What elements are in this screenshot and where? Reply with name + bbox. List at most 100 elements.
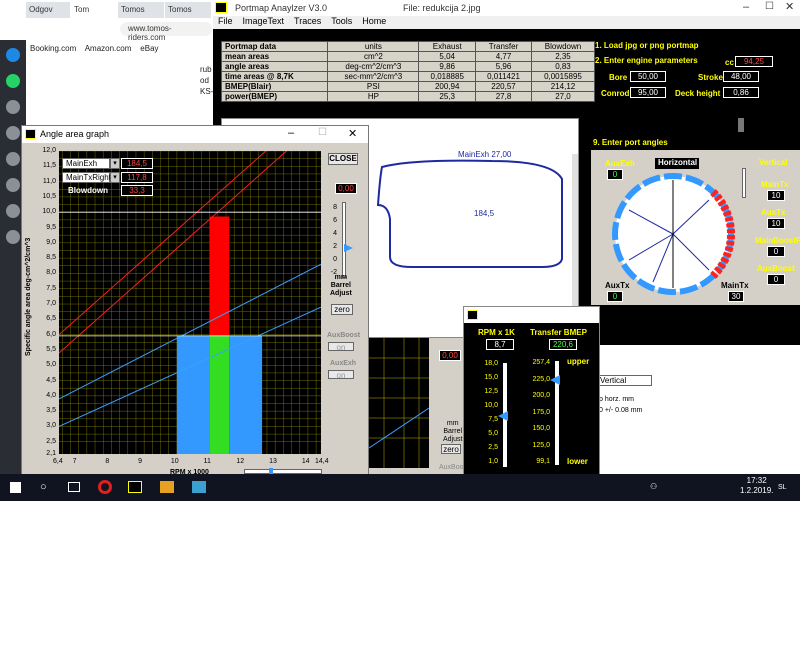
grid-icon[interactable] <box>6 152 20 166</box>
y-axis-label: Specific angle area deg-cm^2/cm^3 <box>25 237 32 356</box>
maximize-icon[interactable]: ☐ <box>318 127 327 138</box>
y-tick-label: 9,5 <box>46 223 56 231</box>
close-button[interactable]: CLOSE <box>328 153 358 165</box>
clock-time[interactable]: 17:32 <box>740 476 773 486</box>
deck-field[interactable]: 0,86 <box>723 87 759 98</box>
browser-tab[interactable]: Tomos <box>118 2 164 18</box>
page-text: rub <box>200 65 212 74</box>
mainboost-label: MainBoostP <box>755 236 800 245</box>
people-icon[interactable]: ⚇ <box>650 482 657 491</box>
file-name: File: redukcija 2.jpg <box>403 3 481 13</box>
col-header: Blowdown <box>530 41 596 52</box>
y-tick-label: 11,0 <box>42 177 56 185</box>
chevron-down-icon[interactable]: ▾ <box>110 172 120 183</box>
whatsapp-icon[interactable] <box>6 74 20 88</box>
cc-field[interactable]: 94,25 <box>735 56 773 67</box>
bar <box>176 335 210 454</box>
auxboost-field[interactable]: 0 <box>767 274 785 285</box>
minimize-icon[interactable]: – <box>743 1 749 13</box>
rpm-bmep-window: RPM x 1K 8,7 Transfer BMEP 220,6 18,0 15,… <box>463 306 600 481</box>
maximize-icon[interactable]: ☐ <box>765 1 774 12</box>
close-icon[interactable]: ✕ <box>348 127 357 140</box>
rpm-slider-thumb[interactable] <box>498 411 508 421</box>
zero-button[interactable]: zero <box>331 304 353 315</box>
menu-imagetext[interactable]: ImageText <box>243 16 285 26</box>
auxexh-toggle[interactable]: on <box>328 370 354 380</box>
menu-file[interactable]: File <box>218 16 233 26</box>
task-view-icon[interactable] <box>68 482 80 492</box>
bg-mm: mm <box>446 420 459 427</box>
portmap-taskbar-icon[interactable] <box>128 481 142 493</box>
minimize-icon[interactable]: – <box>288 127 294 139</box>
chevron-down-icon[interactable]: ▾ <box>110 158 120 169</box>
menu-traces[interactable]: Traces <box>294 16 321 26</box>
stroke-field[interactable]: 48,00 <box>723 71 759 82</box>
bg-zero-button[interactable]: zero <box>441 444 461 454</box>
stroke-label: Stroke <box>698 73 723 82</box>
windows-start-icon[interactable] <box>10 482 21 493</box>
portmap-data-table: Portmap data units Exhaust Transfer Blowdown… <box>220 41 596 102</box>
blowdown-label: Blowdown <box>68 186 108 195</box>
camera-icon[interactable] <box>6 126 20 140</box>
opera-icon[interactable] <box>98 480 112 494</box>
auxboost-toggle[interactable]: on <box>328 342 354 352</box>
slider-thumb[interactable] <box>344 244 353 252</box>
y-tick-label: 11,5 <box>42 162 56 170</box>
conrod-label: Conrod <box>601 89 630 98</box>
menu-tools[interactable]: Tools <box>331 16 352 26</box>
adjust-value[interactable]: 0,00 <box>335 183 357 194</box>
folder-icon[interactable] <box>160 481 174 493</box>
settings-icon[interactable] <box>6 230 20 244</box>
browser-tab[interactable]: Odgov <box>26 2 70 18</box>
auxtx-field[interactable]: 10 <box>767 218 785 229</box>
bg-adjust-value[interactable]: 0,00 <box>439 350 461 361</box>
mainexh-select[interactable]: MainExh <box>62 158 110 169</box>
mainboost-field[interactable]: 0 <box>767 246 785 257</box>
history-icon[interactable] <box>6 204 20 218</box>
maintx-field[interactable]: 10 <box>767 190 785 201</box>
maintx-select[interactable]: MainTxRight <box>62 172 111 183</box>
scroll-handle[interactable] <box>738 118 744 132</box>
bookmark-booking[interactable]: Booking.com <box>30 44 76 53</box>
table-row: power(BMEP) HP 25,3 27,8 27,0 <box>220 91 596 102</box>
menu-home[interactable]: Home <box>362 16 386 26</box>
maintx-value: 117,8 <box>121 172 153 183</box>
address-bar[interactable]: www.tomos-riders.com <box>120 22 212 42</box>
barrel-label: Barrel <box>330 282 351 289</box>
adjust-label: Adjust <box>330 290 352 297</box>
conrod-field[interactable]: 95,00 <box>630 87 666 98</box>
table-row: BMEP(Blair) PSI 200,94 220,57 214,12 <box>220 81 596 92</box>
close-icon[interactable]: ✕ <box>785 0 794 13</box>
vertical-slider[interactable] <box>742 168 746 198</box>
messenger-icon[interactable] <box>6 48 20 62</box>
browser-tab-active[interactable]: Tom <box>71 2 117 18</box>
bookmark-amazon[interactable]: Amazon.com <box>85 44 132 53</box>
clock-date[interactable]: 1.2.2019. <box>740 486 773 496</box>
send-icon[interactable] <box>6 100 20 114</box>
browser-tab[interactable]: Tomos <box>165 2 211 18</box>
port-angle-dial[interactable] <box>609 170 744 298</box>
bmep-slider-thumb[interactable] <box>550 375 560 385</box>
maintx-bottom-field[interactable]: 30 <box>728 291 744 302</box>
bookmark-ebay[interactable]: eBay <box>140 44 158 53</box>
language-indicator[interactable]: SL <box>778 484 787 491</box>
bmep-value[interactable]: 220,6 <box>549 339 577 350</box>
step1-label[interactable]: 1. Load jpg or png portmap <box>595 41 699 50</box>
photos-icon[interactable] <box>192 481 206 493</box>
y-tick-label: 2,1 <box>46 450 56 457</box>
tick-label: 6 <box>333 217 337 224</box>
bg-plot <box>369 338 429 468</box>
search-icon[interactable]: ○ <box>40 481 47 493</box>
x-tick-label: 11 <box>203 458 211 465</box>
y-tick-label: 4,0 <box>46 391 56 399</box>
bore-field[interactable]: 50,00 <box>630 71 666 82</box>
vertical-dropdown[interactable]: Vertical <box>597 375 652 386</box>
auxtx-bottom-field[interactable]: 0 <box>607 291 623 302</box>
mainexh-value: 184,5 <box>121 158 153 169</box>
y-tick-label: 4,5 <box>46 376 56 384</box>
barrel-adjust-slider[interactable] <box>342 202 346 278</box>
heart-icon[interactable] <box>6 178 20 192</box>
bar <box>209 216 230 336</box>
rpm-value[interactable]: 8,7 <box>486 339 514 350</box>
bmep-label: Transfer BMEP <box>530 328 587 337</box>
